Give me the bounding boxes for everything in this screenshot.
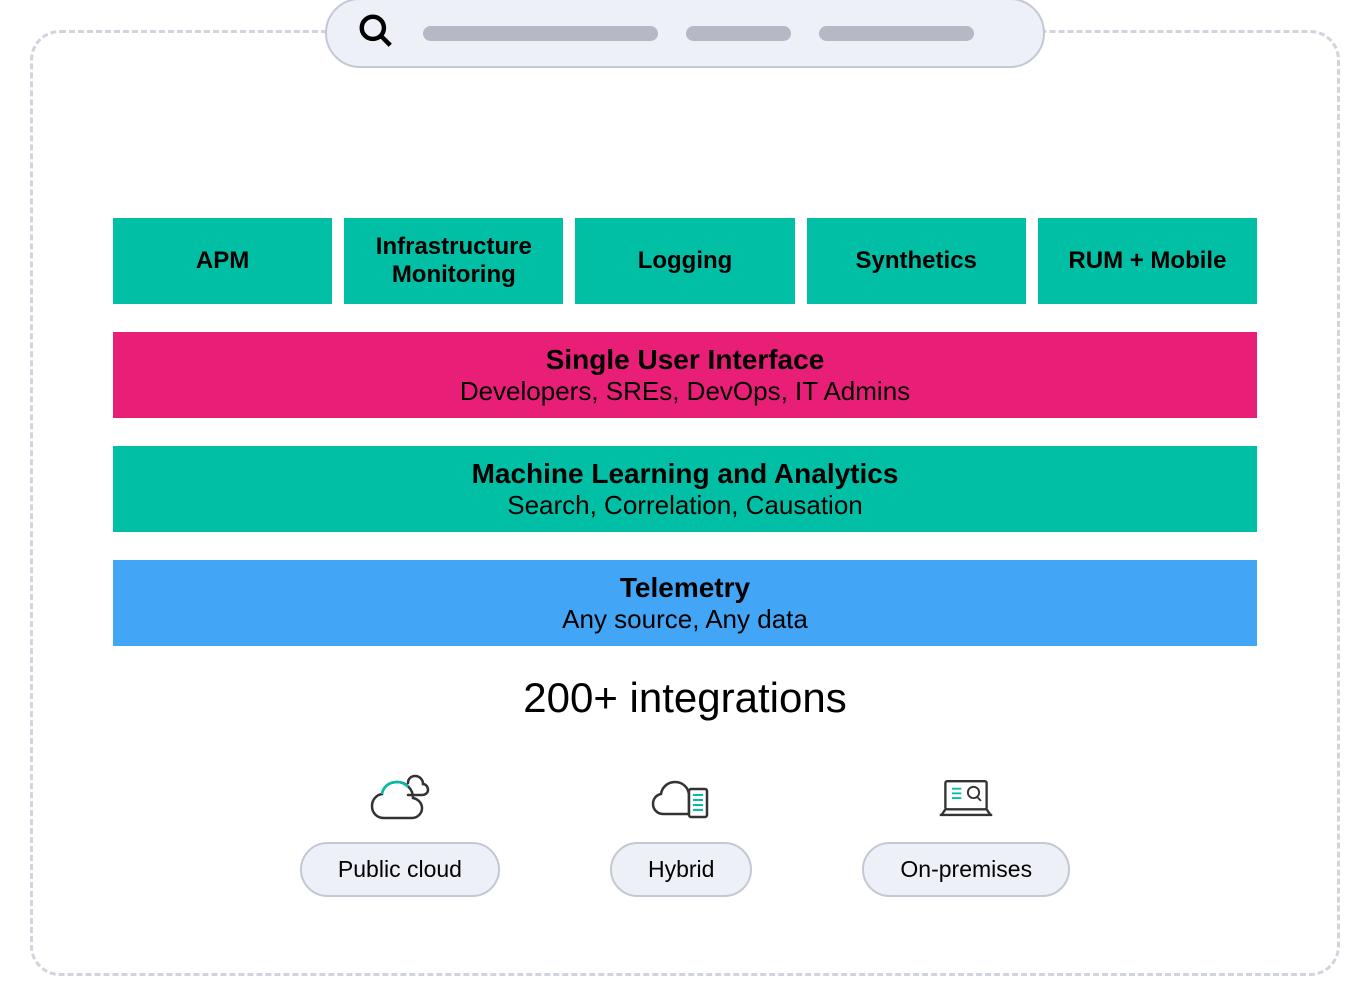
capability-synthetics: Synthetics [807, 218, 1026, 304]
layer-ui-subtitle: Developers, SREs, DevOps, IT Admins [460, 376, 910, 407]
skeleton-placeholder [423, 26, 658, 41]
deployment-pill-on-premises: On-premises [862, 842, 1070, 897]
capabilities-row: APM Infrastructure Monitoring Logging Sy… [113, 218, 1257, 304]
layer-telemetry-subtitle: Any source, Any data [562, 604, 808, 635]
deployment-on-premises: On-premises [862, 772, 1070, 897]
capability-rum-mobile: RUM + Mobile [1038, 218, 1257, 304]
capability-logging: Logging [575, 218, 794, 304]
layer-telemetry: Telemetry Any source, Any data [113, 560, 1257, 646]
layer-ml-subtitle: Search, Correlation, Causation [507, 490, 863, 521]
deployment-row: Public cloud Hybrid [113, 772, 1257, 897]
deployment-hybrid: Hybrid [610, 772, 752, 897]
deployment-pill-hybrid: Hybrid [610, 842, 752, 897]
integrations-label: 200+ integrations [113, 674, 1257, 722]
laptop-icon [936, 772, 996, 826]
skeleton-placeholder [819, 26, 974, 41]
layer-ui-title: Single User Interface [546, 344, 825, 376]
capability-apm: APM [113, 218, 332, 304]
layer-ml: Machine Learning and Analytics Search, C… [113, 446, 1257, 532]
layer-ui: Single User Interface Developers, SREs, … [113, 332, 1257, 418]
layer-telemetry-title: Telemetry [620, 572, 750, 604]
deployment-public-cloud: Public cloud [300, 772, 500, 897]
hybrid-icon [651, 772, 711, 826]
diagram-container: APM Infrastructure Monitoring Logging Sy… [30, 30, 1340, 976]
layer-ml-title: Machine Learning and Analytics [472, 458, 899, 490]
search-bar [325, 0, 1045, 68]
search-icon [357, 12, 395, 55]
deployment-pill-public-cloud: Public cloud [300, 842, 500, 897]
cloud-icon [370, 772, 430, 826]
skeleton-placeholder [686, 26, 791, 41]
capability-infrastructure: Infrastructure Monitoring [344, 218, 563, 304]
